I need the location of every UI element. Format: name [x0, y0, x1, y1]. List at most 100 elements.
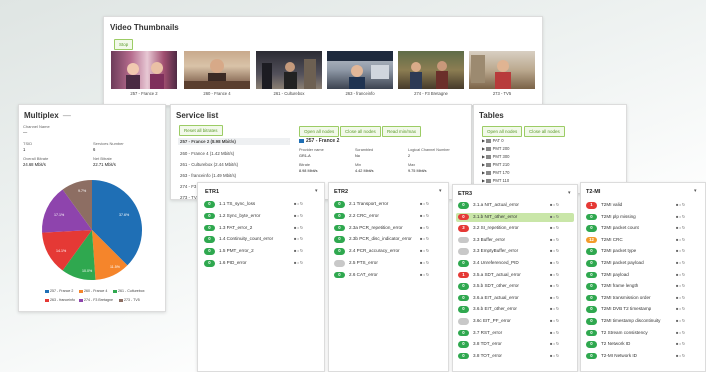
- error-row[interactable]: 3.3 Buffer_error ■•↻: [458, 236, 572, 245]
- table-node[interactable]: ▶ PMT 170: [482, 170, 510, 175]
- error-row[interactable]: 0 T2MI packet type ■•↻: [586, 248, 698, 256]
- close-all-nodes-button[interactable]: Close all nodes: [340, 126, 381, 137]
- refresh-icon[interactable]: ↻: [682, 214, 686, 219]
- error-row[interactable]: 0 2.4 PCR_accuracy_error ■•↻: [334, 248, 442, 256]
- refresh-icon[interactable]: ↻: [426, 248, 430, 253]
- error-row[interactable]: 0 T2MI DVB T2 timestamp ■•↻: [586, 306, 698, 314]
- refresh-icon[interactable]: ↻: [556, 306, 560, 311]
- refresh-icon[interactable]: ↻: [682, 330, 686, 335]
- error-row[interactable]: 1 3.5.a SDT_actual_error ■•↻: [458, 271, 572, 280]
- error-row[interactable]: 0 3.1.a NIT_actual_error ■•↻: [458, 202, 572, 210]
- thumbnail-france2[interactable]: [111, 51, 177, 89]
- refresh-icon[interactable]: ↻: [682, 318, 686, 323]
- error-row[interactable]: 0 3.8 TDT_error ■•↻: [458, 341, 572, 349]
- open-all-nodes-button[interactable]: Open all nodes: [299, 126, 340, 137]
- error-row[interactable]: 0 3.8 TOT_error ■•↻: [458, 352, 572, 361]
- refresh-icon[interactable]: ↻: [300, 201, 304, 206]
- refresh-icon[interactable]: ↻: [682, 353, 686, 358]
- thumbnail-f3-bretagne[interactable]: [398, 51, 464, 89]
- refresh-icon[interactable]: ↻: [682, 272, 686, 277]
- refresh-icon[interactable]: ↻: [300, 225, 304, 230]
- error-row[interactable]: 0 1.3 PAT_error_2 ■•↻: [204, 224, 316, 233]
- service-item[interactable]: 261 - Culturebox (2.44 Mbit/s): [178, 161, 240, 168]
- error-row[interactable]: 0 2.3a PCR_repetition_error ■•↻: [334, 224, 442, 233]
- refresh-icon[interactable]: ↻: [682, 341, 686, 346]
- error-row[interactable]: 0 T2-MI Network ID ■•↻: [586, 352, 698, 361]
- table-node[interactable]: ▶ PMT 300: [482, 154, 510, 159]
- refresh-icon[interactable]: ↻: [682, 306, 686, 311]
- chevron-down-icon[interactable]: ▾: [315, 188, 318, 194]
- refresh-icon[interactable]: ↻: [426, 272, 430, 277]
- refresh-icon[interactable]: ↻: [682, 237, 686, 242]
- refresh-icon[interactable]: ↻: [556, 225, 560, 230]
- error-row[interactable]: 0 2.6 CAT_error ■•↻: [334, 271, 442, 280]
- refresh-icon[interactable]: ↻: [682, 202, 686, 207]
- table-node[interactable]: ▶ PMT 110: [482, 178, 509, 183]
- error-row[interactable]: 0 2.1 Transport_error ■•↻: [334, 201, 442, 209]
- refresh-icon[interactable]: ↻: [426, 260, 430, 265]
- error-row[interactable]: 0 T2 Network ID ■•↻: [586, 341, 698, 349]
- refresh-icon[interactable]: ↻: [682, 248, 686, 253]
- error-row[interactable]: 0 3.1.b NIT_other_error ■•↻: [458, 213, 572, 222]
- error-row[interactable]: 0 2.2 CRC_error ■•↻: [334, 212, 442, 221]
- refresh-icon[interactable]: ↻: [426, 201, 430, 206]
- error-row[interactable]: 2.5 PTS_error ■•↻: [334, 260, 442, 268]
- thumbnail-tv5[interactable]: [469, 51, 535, 89]
- error-row[interactable]: 0 T2MI payload ■•↻: [586, 271, 698, 280]
- refresh-icon[interactable]: ↻: [682, 283, 686, 288]
- tables-open-all-button[interactable]: Open all nodes: [482, 126, 523, 137]
- error-row[interactable]: 0 1.2 Sync_byte_error ■•↻: [204, 212, 316, 221]
- error-row[interactable]: 1 T2MI valid ■•↻: [586, 202, 698, 210]
- thumbnail-france4[interactable]: [184, 51, 250, 89]
- table-node[interactable]: ▶ PMT 200: [482, 146, 510, 151]
- error-row[interactable]: 12 T2MI CRC ■•↻: [586, 236, 698, 245]
- chevron-down-icon[interactable]: ▾: [694, 188, 697, 194]
- refresh-icon[interactable]: ↻: [682, 260, 686, 265]
- error-row[interactable]: 0 T2MI packet payload ■•↻: [586, 260, 698, 268]
- error-row[interactable]: 0 2.3b PCR_disc_indicator_error ■•↻: [334, 236, 442, 244]
- refresh-icon[interactable]: ↻: [300, 248, 304, 253]
- refresh-icon[interactable]: ↻: [300, 213, 304, 218]
- error-row[interactable]: 3.6c EIT_PF_error ■•↻: [458, 318, 572, 326]
- reset-bitrates-button[interactable]: Reset all bitrates: [179, 125, 223, 136]
- error-row[interactable]: 0 T2MI timestamp discontinuity ■•↻: [586, 318, 698, 326]
- error-row[interactable]: 0 T2 Stream consistency ■•↻: [586, 329, 698, 338]
- tables-close-all-button[interactable]: Close all nodes: [524, 126, 565, 137]
- error-row[interactable]: 0 3.4 Unreferenced_PID ■•↻: [458, 260, 572, 268]
- refresh-icon[interactable]: ↻: [556, 272, 560, 277]
- service-item[interactable]: 263 - franceinfo (1.49 Mbit/s): [178, 172, 238, 179]
- service-item[interactable]: 260 - France 4 (1.42 Mbit/s): [178, 150, 236, 157]
- error-row[interactable]: 0 3.6.b EIT_other_error ■•↻: [458, 306, 572, 314]
- refresh-icon[interactable]: ↻: [556, 341, 560, 346]
- service-item-selected[interactable]: 257 - France 2 (8.98 Mbit/s): [178, 138, 290, 145]
- refresh-icon[interactable]: ↻: [556, 202, 560, 207]
- error-row[interactable]: 0 3.6.a EIT_actual_error ■•↻: [458, 294, 572, 303]
- refresh-icon[interactable]: ↻: [556, 283, 560, 288]
- error-row[interactable]: 0 T2MI frame length ■•↻: [586, 283, 698, 291]
- refresh-icon[interactable]: ↻: [426, 213, 430, 218]
- refresh-icon[interactable]: ↻: [556, 237, 560, 242]
- refresh-icon[interactable]: ↻: [682, 295, 686, 300]
- refresh-icon[interactable]: ↻: [556, 318, 560, 323]
- chevron-down-icon[interactable]: ▾: [439, 188, 442, 194]
- refresh-icon[interactable]: ↻: [426, 225, 430, 230]
- error-row[interactable]: 0 1.4 Continuity_count_error ■•↻: [204, 236, 316, 244]
- table-node[interactable]: ▶ PMT 210: [482, 162, 510, 167]
- refresh-icon[interactable]: ↻: [556, 260, 560, 265]
- thumbnail-franceinfo[interactable]: [327, 51, 393, 89]
- error-row[interactable]: 0 1.6 PID_error ■•↻: [204, 260, 316, 268]
- error-row[interactable]: 3 3.2 SI_repetition_error ■•↻: [458, 225, 572, 233]
- error-row[interactable]: 0 T2MI packet count ■•↻: [586, 225, 698, 233]
- refresh-icon[interactable]: ↻: [426, 236, 430, 241]
- stop-button[interactable]: Stop: [114, 39, 134, 50]
- error-row[interactable]: 0 1.1 TS_sync_loss ■•↻: [204, 201, 316, 209]
- refresh-icon[interactable]: ↻: [556, 248, 560, 253]
- error-row[interactable]: 0 T2MI transmission order ■•↻: [586, 294, 698, 303]
- refresh-icon[interactable]: ↻: [556, 214, 560, 219]
- chevron-down-icon[interactable]: ▾: [568, 190, 571, 196]
- error-row[interactable]: 0 1.5 PMT_error_2 ■•↻: [204, 248, 316, 256]
- error-row[interactable]: 0 3.5.b SDT_other_error ■•↻: [458, 283, 572, 291]
- table-node[interactable]: ▶ PAT 0: [482, 138, 504, 143]
- refresh-icon[interactable]: ↻: [556, 330, 560, 335]
- refresh-icon[interactable]: ↻: [682, 225, 686, 230]
